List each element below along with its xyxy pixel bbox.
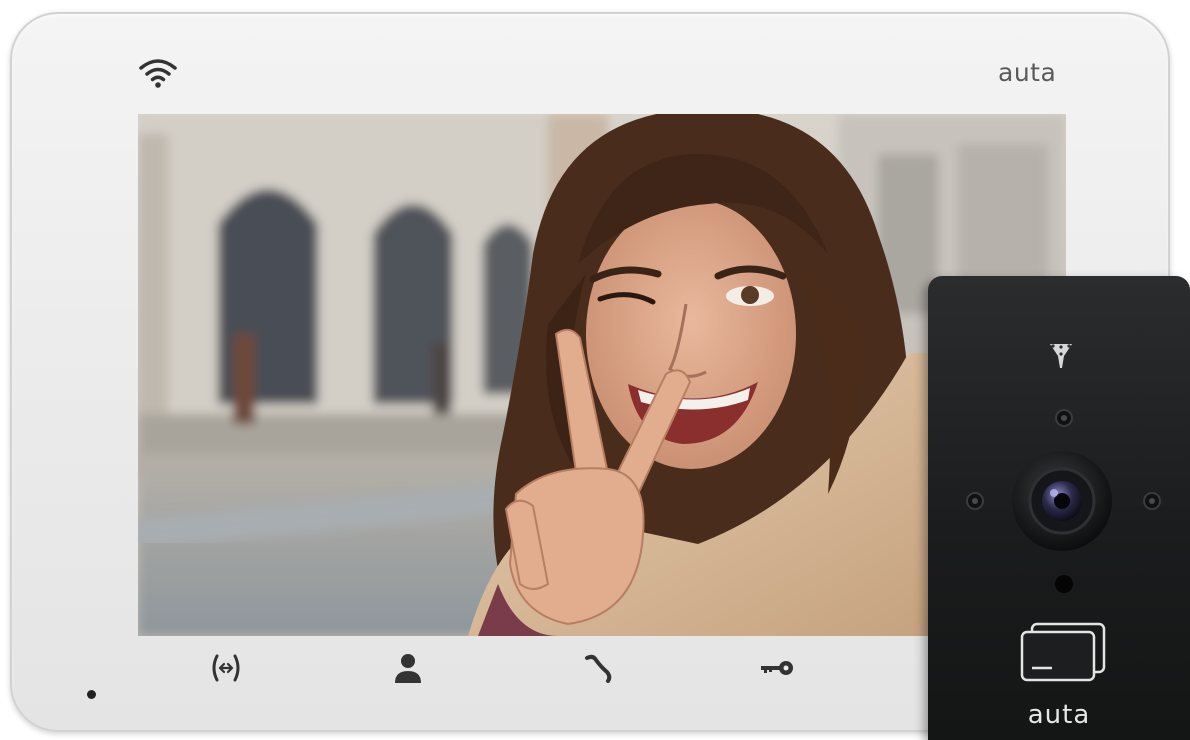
key-icon <box>761 661 793 675</box>
antenna-icon <box>1050 344 1072 368</box>
door-station-brand: auta <box>1027 700 1091 730</box>
wifi-icon <box>139 59 177 88</box>
microphone-hole <box>87 690 96 699</box>
brand-logo: auta <box>998 58 1057 87</box>
camera-feed-image <box>138 114 1066 636</box>
door-station-face <box>966 344 1161 682</box>
video-screen <box>138 114 1066 636</box>
door-station: auta <box>928 276 1190 740</box>
handset-icon <box>585 654 612 683</box>
call-button[interactable] <box>576 648 620 688</box>
user-icon <box>395 654 421 683</box>
intercom-arrows-icon <box>212 654 240 682</box>
intercom-button[interactable] <box>204 648 248 688</box>
card-reader-icon <box>1020 622 1106 682</box>
camera-lens-icon <box>1012 451 1112 551</box>
user-button[interactable] <box>386 648 430 688</box>
unlock-button[interactable] <box>752 648 802 688</box>
